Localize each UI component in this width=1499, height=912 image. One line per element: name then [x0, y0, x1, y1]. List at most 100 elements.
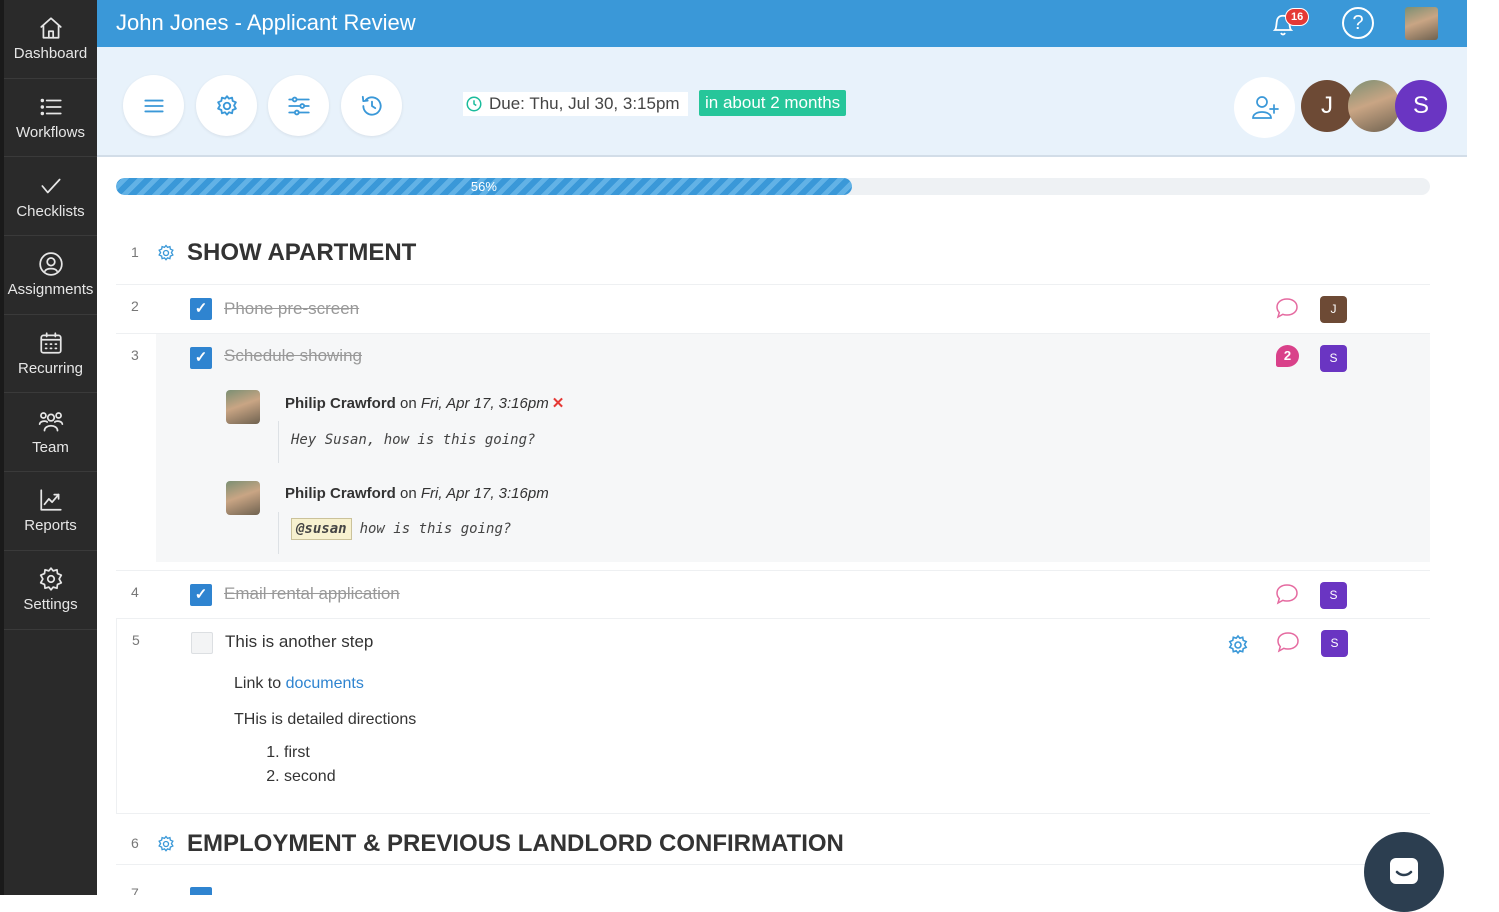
- section-title: EMPLOYMENT & PREVIOUS LANDLORD CONFIRMAT…: [187, 830, 844, 857]
- documents-link[interactable]: documents: [286, 675, 364, 692]
- step-number: 5: [132, 632, 140, 648]
- sidebar-item-dashboard[interactable]: Dashboard: [4, 0, 97, 79]
- task-row[interactable]: 7: [116, 881, 1430, 895]
- page-gutter: [1467, 0, 1499, 895]
- sidebar-item-settings[interactable]: Settings: [4, 551, 97, 630]
- due-relative-badge: in about 2 months: [699, 90, 847, 116]
- sidebar-item-checklists[interactable]: Checklists: [4, 157, 97, 237]
- clock-icon: [466, 96, 482, 112]
- comment-date: Fri, Apr 17, 3:16pm: [420, 395, 549, 412]
- settings-button[interactable]: [196, 75, 257, 136]
- sidebar-item-label: Settings: [23, 596, 78, 614]
- assignee-badge[interactable]: S: [1320, 582, 1347, 609]
- list-icon: [40, 98, 62, 116]
- task-row[interactable]: 5 This is another step S Link to documen…: [116, 619, 1430, 814]
- user-circle-icon: [38, 252, 63, 277]
- sidebar: Dashboard Workflows Checklists Assignmen…: [4, 0, 97, 895]
- task-settings-button[interactable]: [1226, 633, 1250, 657]
- user-avatar[interactable]: [1405, 7, 1438, 40]
- sidebar-item-assignments[interactable]: Assignments: [4, 236, 97, 315]
- member-avatar-s[interactable]: S: [1395, 80, 1447, 132]
- team-icon: [38, 411, 63, 432]
- step-number: 7: [131, 885, 139, 895]
- home-icon: [39, 17, 62, 39]
- task-label: Schedule showing: [224, 346, 362, 365]
- comment-header: Philip Crawford on Fri, Apr 17, 3:16pm ✕: [285, 394, 564, 412]
- comment-button[interactable]: [1275, 630, 1301, 656]
- task-checkbox[interactable]: ✓: [190, 298, 212, 320]
- task-checkbox[interactable]: [190, 887, 212, 895]
- checkmark-icon: [40, 178, 61, 194]
- comment-button[interactable]: [1274, 582, 1300, 608]
- add-member-button[interactable]: [1234, 77, 1295, 138]
- workflow-toolbar: Due: Thu, Jul 30, 3:15pm in about 2 mont…: [97, 47, 1467, 157]
- step-number: 3: [131, 347, 139, 363]
- member-avatar-j[interactable]: J: [1301, 80, 1353, 132]
- details-list: first second: [284, 741, 416, 789]
- notification-count-badge: 16: [1285, 8, 1310, 26]
- comment-button[interactable]: [1274, 296, 1300, 322]
- section-settings-button[interactable]: [156, 834, 176, 854]
- hamburger-icon: [143, 99, 164, 112]
- sidebar-item-team[interactable]: Team: [4, 393, 97, 473]
- task-row[interactable]: 2 ✓ Phone pre-screen J: [116, 285, 1430, 334]
- gear-icon: [39, 567, 62, 591]
- notifications-button[interactable]: 16: [1267, 8, 1310, 40]
- comment-header: Philip Crawford on Fri, Apr 17, 3:16pm: [285, 485, 549, 502]
- assignee-badge[interactable]: S: [1320, 345, 1347, 372]
- comment-count-badge[interactable]: 2: [1276, 345, 1299, 367]
- add-user-icon: [1251, 95, 1279, 119]
- sidebar-item-reports[interactable]: Reports: [4, 472, 97, 551]
- chat-icon: [1390, 858, 1418, 884]
- history-icon: [361, 95, 382, 116]
- help-button[interactable]: ?: [1342, 7, 1374, 39]
- comment-body: Hey Susan, how is this going?: [278, 421, 535, 463]
- comment-on: on: [400, 485, 417, 502]
- progress-fill: 56%: [116, 178, 852, 195]
- task-checkbox[interactable]: [191, 632, 213, 654]
- member-avatar-photo[interactable]: [1348, 80, 1400, 132]
- header-bar: John Jones - Applicant Review 16 ?: [97, 0, 1467, 47]
- task-label: Phone pre-screen: [224, 299, 360, 318]
- due-date[interactable]: Due: Thu, Jul 30, 3:15pm: [463, 92, 688, 116]
- section-heading: 6 EMPLOYMENT & PREVIOUS LANDLORD CONFIRM…: [116, 815, 1430, 865]
- task-checkbox[interactable]: ✓: [190, 347, 212, 369]
- task-row[interactable]: 4 ✓ Email rental application S: [116, 570, 1430, 619]
- page-title: John Jones - Applicant Review: [116, 10, 416, 35]
- task-label: This is another step: [225, 632, 374, 651]
- menu-button[interactable]: [123, 75, 184, 136]
- assignee-badge[interactable]: S: [1321, 630, 1348, 657]
- step-number: 1: [131, 244, 139, 260]
- task-details: Link to documents THis is detailed direc…: [234, 675, 416, 789]
- sidebar-item-workflows[interactable]: Workflows: [4, 79, 97, 158]
- task-checkbox[interactable]: ✓: [190, 584, 212, 606]
- gear-icon: [216, 94, 237, 116]
- chat-button[interactable]: [1364, 832, 1444, 912]
- list-item: second: [284, 765, 416, 789]
- mention-tag[interactable]: @susan: [291, 518, 352, 540]
- sidebar-item-label: Recurring: [17, 360, 84, 378]
- comment-avatar: [226, 390, 260, 424]
- checklist: 1 SHOW APARTMENT 2 ✓ Phone pre-screen J …: [116, 223, 1430, 895]
- task-row[interactable]: 3 ✓ Schedule showing 2 S: [116, 334, 1430, 383]
- history-button[interactable]: [341, 75, 402, 136]
- due-date-text: Due: Thu, Jul 30, 3:15pm: [489, 94, 680, 113]
- step-number: 2: [131, 298, 139, 314]
- chart-icon: [39, 489, 62, 512]
- sidebar-item-label: Team: [32, 438, 69, 456]
- sidebar-item-label: Assignments: [7, 281, 94, 299]
- step-number: 6: [131, 835, 139, 851]
- step-number: 4: [131, 584, 139, 600]
- comment-text: how is this going?: [359, 521, 512, 537]
- sliders-icon: [287, 96, 310, 115]
- assignee-badge[interactable]: J: [1320, 296, 1347, 323]
- section-settings-button[interactable]: [156, 243, 176, 263]
- filters-button[interactable]: [268, 75, 329, 136]
- link-prefix: Link to: [234, 675, 282, 692]
- sidebar-item-recurring[interactable]: Recurring: [4, 315, 97, 394]
- gear-icon: [1228, 634, 1248, 655]
- section-heading: 1 SHOW APARTMENT: [116, 223, 1430, 285]
- sidebar-item-label: Checklists: [16, 202, 85, 220]
- delete-comment-icon[interactable]: ✕: [552, 395, 565, 412]
- comment-author: Philip Crawford: [285, 395, 396, 412]
